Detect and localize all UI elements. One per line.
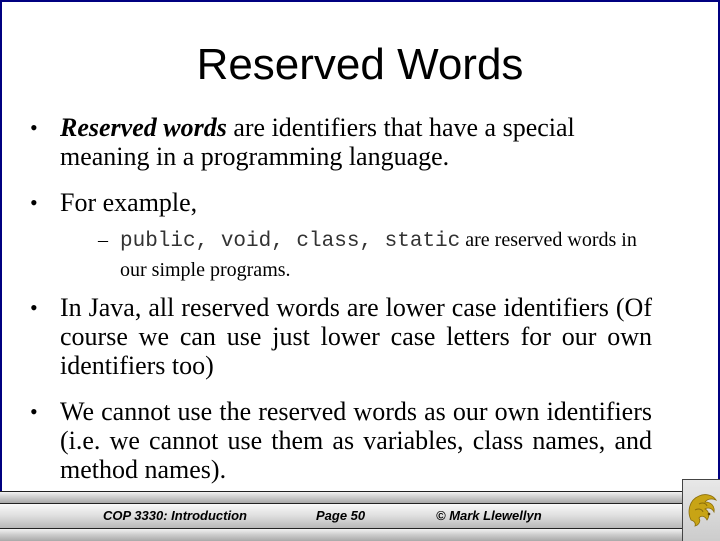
sub-bullet-dash: – xyxy=(98,229,108,251)
code-keywords: public, void, class, static xyxy=(120,230,461,253)
bullet-text: For example, xyxy=(60,188,198,217)
logo-box xyxy=(682,479,720,541)
bullet-dot: • xyxy=(30,399,38,424)
footer-author: © Mark Llewellyn xyxy=(436,508,542,523)
bullet-text: Reserved words are identifiers that have… xyxy=(60,113,652,171)
bullet-dot: • xyxy=(30,295,38,320)
footer-course: COP 3330: Introduction xyxy=(103,508,247,523)
bullet-text: We cannot use the reserved words as our … xyxy=(60,397,652,484)
slide-title: Reserved Words xyxy=(196,40,524,89)
footer: COP 3330: Introduction Page 50 © Mark Ll… xyxy=(0,491,720,541)
sub-bullet: – public, void, class, static are reserv… xyxy=(98,226,660,285)
bullet-emphasis: Reserved words xyxy=(60,113,227,142)
bullet-1: • Reserved words are identifiers that ha… xyxy=(30,113,652,171)
pegasus-logo-icon xyxy=(688,494,718,527)
bullet-dot: • xyxy=(30,115,38,140)
bullet-2: • For example, xyxy=(30,188,652,217)
footer-bar-bottom xyxy=(0,528,720,541)
bullet-dot: • xyxy=(30,190,38,215)
footer-page-number: Page 50 xyxy=(316,508,366,523)
bullet-3: • In Java, all reserved words are lower … xyxy=(30,293,652,380)
footer-bar-top xyxy=(0,491,720,503)
bullet-text: In Java, all reserved words are lower ca… xyxy=(60,293,652,380)
bullet-4: • We cannot use the reserved words as ou… xyxy=(30,397,652,484)
